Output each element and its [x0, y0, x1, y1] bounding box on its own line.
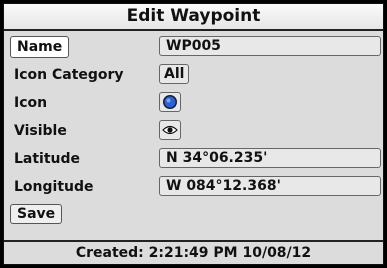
latitude-row: Latitude N 34°06.235': [4, 146, 383, 172]
blue-circle-icon: [163, 95, 177, 109]
name-label[interactable]: Name: [10, 36, 70, 58]
save-button[interactable]: Save: [10, 204, 63, 224]
eye-icon: [162, 125, 178, 135]
name-field[interactable]: WP005: [159, 36, 381, 56]
icon-label: Icon: [14, 95, 48, 111]
created-status: Created: 2:21:49 PM 10/08/12: [4, 240, 383, 264]
name-row: Name WP005: [4, 34, 383, 60]
latitude-label: Latitude: [14, 151, 81, 167]
visible-row: Visible: [4, 118, 383, 144]
longitude-field[interactable]: W 084°12.368': [159, 176, 381, 196]
visible-toggle[interactable]: [159, 120, 181, 140]
icon-category-select[interactable]: All: [159, 64, 190, 84]
dialog-title: Edit Waypoint: [4, 4, 383, 31]
edit-waypoint-dialog: Edit Waypoint Name WP005 Icon Category A…: [3, 3, 384, 265]
longitude-row: Longitude W 084°12.368': [4, 174, 383, 200]
icon-category-row: Icon Category All: [4, 62, 383, 88]
longitude-label: Longitude: [14, 179, 94, 195]
icon-category-label: Icon Category: [14, 67, 124, 83]
icon-row: Icon: [4, 90, 383, 116]
icon-selector[interactable]: [159, 92, 181, 112]
visible-label: Visible: [14, 123, 67, 139]
save-row: Save: [4, 202, 383, 228]
latitude-field[interactable]: N 34°06.235': [159, 148, 381, 168]
